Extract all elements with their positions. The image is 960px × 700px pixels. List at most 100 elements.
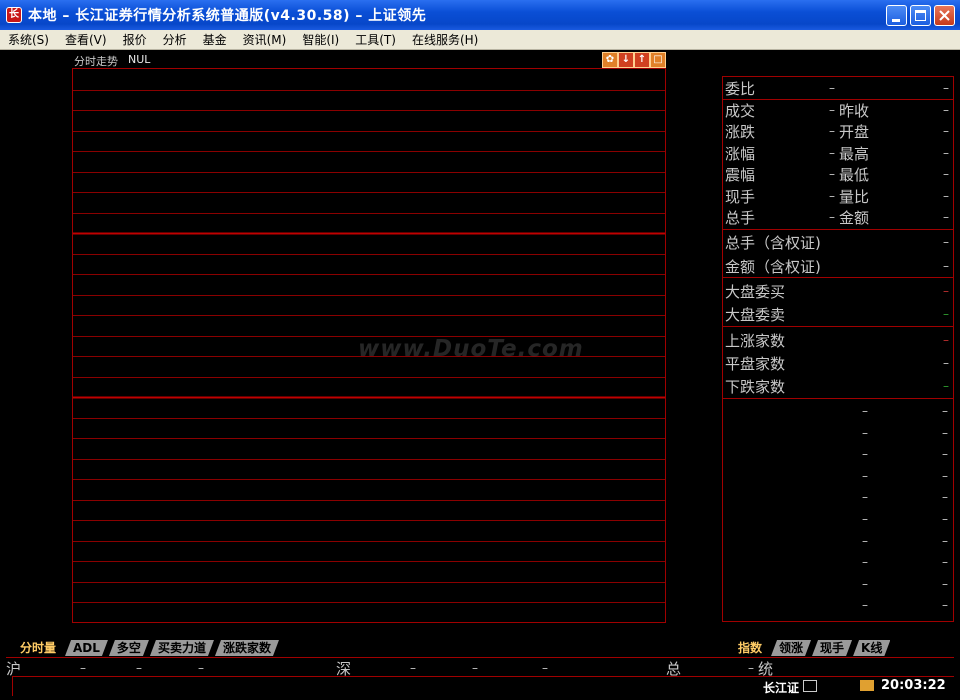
tick-value: –: [862, 533, 868, 548]
maximize-button[interactable]: [910, 5, 931, 26]
totals-value: –: [943, 259, 949, 273]
tab-adl[interactable]: ADL: [65, 640, 108, 656]
tab-kline[interactable]: K线: [853, 640, 890, 656]
quote-value: –: [829, 210, 835, 224]
quote-value: –: [943, 124, 949, 138]
index-status-bar: 沪 – – – 深 – – – 总 – 统: [6, 657, 954, 678]
divider: [723, 398, 953, 399]
arrow-up-icon[interactable]: ↑: [634, 52, 650, 68]
minimize-button[interactable]: [886, 5, 907, 26]
clock: 20:03:22: [881, 678, 946, 693]
menu-smart[interactable]: 智能(I): [294, 31, 347, 48]
tick-value: –: [862, 576, 868, 591]
menu-fund[interactable]: 基金: [195, 31, 235, 48]
shanghai-value: –: [80, 661, 86, 675]
quote-row: 震幅 – 最低 –: [725, 163, 953, 185]
breadth-row: 平盘家数 –: [725, 352, 953, 374]
breadth-value: –: [943, 333, 949, 347]
menu-news[interactable]: 资讯(M): [235, 31, 295, 48]
quote-label: 量比: [839, 188, 870, 206]
weibi-value-right: –: [943, 81, 949, 95]
shenzhen-value: –: [472, 661, 478, 675]
tick-value: –: [942, 447, 948, 462]
shenzhen-value: –: [542, 661, 548, 675]
quote-value: –: [943, 146, 949, 160]
quote-label: 现手: [725, 188, 756, 206]
tab-leaders[interactable]: 领涨: [771, 640, 811, 656]
quote-label: 金额: [839, 209, 870, 227]
tick-value: –: [862, 490, 868, 505]
orders-label: 大盘委卖: [725, 306, 786, 324]
close-icon: [939, 10, 950, 21]
orders-row: 大盘委卖 –: [725, 303, 953, 325]
quote-label: 涨跌: [725, 123, 756, 141]
tick-value: –: [862, 555, 868, 570]
app-logo-icon[interactable]: 长: [6, 7, 22, 23]
shanghai-value: –: [198, 661, 204, 675]
quote-row: 总手 – 金额 –: [725, 206, 953, 228]
quote-row: 涨跌 – 开盘 –: [725, 120, 953, 142]
tick-value: –: [942, 598, 948, 613]
quote-value: –: [943, 189, 949, 203]
quote-value: –: [829, 124, 835, 138]
quote-label: 昨收: [839, 102, 870, 120]
tick-value: –: [942, 576, 948, 591]
tab-long-short[interactable]: 多空: [109, 640, 149, 656]
system-status-bar: 长江证 20:03:22: [12, 676, 954, 696]
menu-tools[interactable]: 工具(T): [347, 31, 404, 48]
menu-quote[interactable]: 报价: [115, 31, 155, 48]
quote-label: 涨幅: [725, 145, 756, 163]
watermark: www.DuoTe.com: [358, 336, 584, 362]
tick-value: –: [942, 533, 948, 548]
settings-icon[interactable]: ✿: [602, 52, 618, 68]
quote-row: 现手 – 量比 –: [725, 185, 953, 207]
tab-current-volume[interactable]: 现手: [812, 640, 852, 656]
tick-value: –: [942, 490, 948, 505]
tab-index[interactable]: 指数: [730, 640, 770, 656]
close-button[interactable]: [934, 5, 955, 26]
message-icon[interactable]: [860, 680, 874, 691]
breadth-label: 下跌家数: [725, 378, 786, 396]
quote-label: 开盘: [839, 123, 870, 141]
tick-value: –: [862, 598, 868, 613]
quote-panel-tabs: 指数 领涨 现手 K线: [730, 640, 891, 656]
expand-icon[interactable]: □: [650, 52, 666, 68]
breadth-value: –: [943, 379, 949, 393]
weibi-row: 委比 – –: [725, 77, 953, 99]
quote-value: –: [829, 167, 835, 181]
chart-title: 分时走势: [74, 55, 118, 68]
quote-value: –: [829, 103, 835, 117]
network-icon[interactable]: [803, 680, 817, 692]
arrow-down-icon[interactable]: ↓: [618, 52, 634, 68]
quote-value: –: [829, 189, 835, 203]
shenzhen-value: –: [410, 661, 416, 675]
totals-value: –: [943, 235, 949, 249]
totals-row: 总手（含权证) –: [725, 231, 953, 253]
tick-value: –: [942, 512, 948, 526]
quote-value: –: [943, 210, 949, 224]
menu-view[interactable]: 查看(V): [57, 31, 115, 48]
tick-value: –: [942, 468, 948, 483]
tab-volume[interactable]: 分时量: [12, 640, 64, 656]
quote-label: 最高: [839, 145, 870, 163]
quote-panel: 委比 – – 成交 – 昨收 – 涨跌 – 开盘 – 涨幅 – 最高 – 震幅 …: [722, 76, 954, 622]
title-bar: 长 本地 – 长江证券行情分析系统普通版(v4.30.58) – 上证领先: [0, 0, 960, 30]
orders-value: –: [943, 284, 949, 298]
breadth-value: –: [943, 356, 949, 370]
total-value: –: [748, 661, 754, 675]
breadth-row: 上涨家数 –: [725, 329, 953, 351]
tab-advance-decline[interactable]: 涨跌家数: [215, 640, 279, 656]
orders-row: 大盘委买 –: [725, 280, 953, 302]
menu-online-service[interactable]: 在线服务(H): [404, 31, 486, 48]
quote-value: –: [943, 167, 949, 181]
chart-toolbar: ✿ ↓ ↑ □: [602, 52, 666, 68]
window-title: 本地 – 长江证券行情分析系统普通版(v4.30.58) – 上证领先: [28, 8, 427, 24]
tab-buy-sell-force[interactable]: 买卖力道: [150, 640, 214, 656]
weibi-label: 委比: [725, 80, 756, 98]
orders-label: 大盘委买: [725, 283, 786, 301]
tick-value: –: [942, 555, 948, 570]
menu-system[interactable]: 系统(S): [0, 31, 57, 48]
menu-analysis[interactable]: 分析: [155, 31, 195, 48]
tick-value: –: [862, 512, 868, 526]
chart-code: NUL: [128, 53, 151, 66]
